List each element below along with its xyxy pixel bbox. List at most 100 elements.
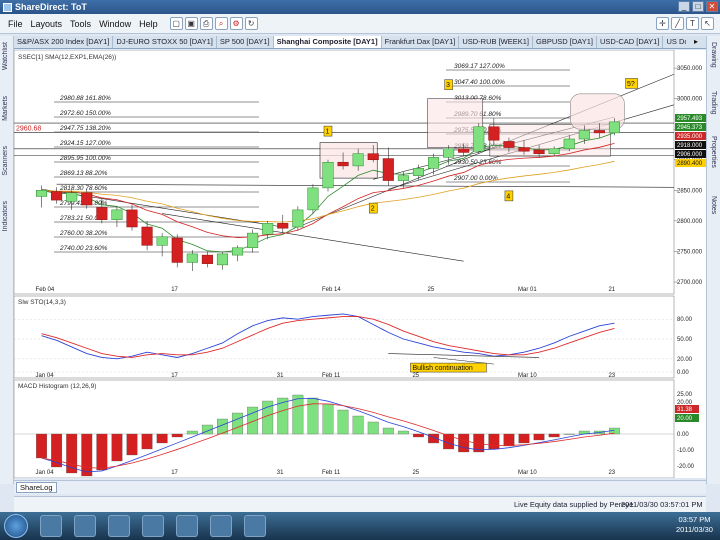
price-panel-label: SSEC[1] SMA(12,EXP1,EMA(26)) (18, 54, 116, 61)
taskbar: 03:57 PM 2011/03/30 (0, 512, 720, 540)
draw-line-icon[interactable]: ╱ (671, 17, 684, 30)
app-window: ShareDirect: ToT _ □ ✕ File Layouts Tool… (0, 0, 720, 540)
price-tag: 2890.400 (677, 161, 703, 167)
fib-label: 2947.75 138.20% (59, 125, 111, 132)
candle (81, 192, 93, 206)
macd-bar (548, 433, 560, 438)
macd-axis-label: 0.00 (677, 432, 689, 438)
paint-icon[interactable] (108, 515, 130, 537)
status-timestamp: 2011/03/30 03:57:01 PM (621, 500, 703, 509)
vtab-properties[interactable]: Properties (710, 136, 717, 168)
candle (141, 226, 153, 246)
macd-bar (367, 421, 379, 435)
windows-explorer-icon[interactable] (40, 515, 62, 537)
chart-area[interactable]: SSEC[1] SMA(12,EXP1,EMA(26)) 3050.000 300… (14, 50, 706, 478)
chart-tab-2[interactable]: SP 500 [DAY1] (217, 36, 274, 48)
candle (186, 253, 198, 263)
candle (232, 247, 244, 256)
fib-label-right: 3069.17 127.00% (454, 63, 505, 70)
skype-icon[interactable] (176, 515, 198, 537)
chart-tab-3[interactable]: Shanghai Composite [DAY1] (273, 36, 382, 48)
vtab-trading[interactable]: Trading (710, 91, 717, 114)
vtab-watchlist[interactable]: Watchlist (2, 42, 9, 70)
stoch-x-label: Mar 10 (518, 373, 537, 379)
close-button[interactable]: ✕ (706, 1, 718, 12)
maximize-button[interactable]: □ (692, 1, 704, 12)
macd-bar (503, 433, 515, 447)
crosshair-icon[interactable]: ✛ (656, 17, 669, 30)
minimize-button[interactable]: _ (678, 1, 690, 12)
candle (518, 147, 530, 152)
price-x-label: Feb 14 (322, 287, 341, 293)
zoom-icon[interactable]: ⌕ (214, 17, 228, 30)
stoch-axis-label: 0.00 (677, 370, 689, 376)
macd-panel-label: MACD Histogram (12,26,9) (18, 383, 96, 390)
macd-bar (307, 397, 319, 435)
candle (262, 223, 274, 235)
price-x-label: Feb 04 (36, 287, 55, 293)
candle (322, 161, 334, 189)
start-button[interactable] (4, 514, 28, 538)
menu-layouts[interactable]: Layouts (27, 19, 67, 29)
callout-label: 3 (446, 82, 450, 89)
macd-bar (292, 394, 304, 435)
text-icon[interactable]: T (686, 17, 699, 30)
chart-tab-8[interactable]: US Dollar Euro [WEEK1] (663, 36, 686, 48)
new-window-icon[interactable]: ▢ (169, 17, 183, 30)
vtab-drawing[interactable]: Drawing (710, 42, 717, 68)
macd-x-label: Feb 11 (322, 470, 341, 476)
print-icon[interactable]: ⎙ (199, 17, 213, 30)
chart-tab-4[interactable]: Frankfurt Dax [DAY1] (382, 36, 460, 48)
media-player-icon[interactable] (74, 515, 96, 537)
chart-tab-0[interactable]: S&P/ASX 200 Index [DAY1] (14, 36, 114, 48)
price-tag: 2935.000 (677, 134, 703, 140)
candle (533, 149, 545, 154)
price-axis-label: 2800.000 (677, 219, 703, 225)
tab-scroll-button[interactable]: ▸ (686, 36, 706, 49)
callout-label: 5? (627, 81, 635, 88)
title-bar: ShareDirect: ToT _ □ ✕ (0, 0, 720, 14)
macd-bar (126, 433, 138, 456)
stoch-x-label: 25 (412, 373, 419, 379)
pointer-icon[interactable]: ↖ (701, 17, 714, 30)
macd-bar (51, 433, 63, 468)
charting-icon[interactable] (142, 515, 164, 537)
candle (473, 126, 485, 152)
photo-icon[interactable] (210, 515, 232, 537)
candle (277, 223, 289, 229)
vtab-notes[interactable]: Notes (710, 196, 717, 214)
chart-tab-5[interactable]: USD-RUB [WEEK1] (459, 36, 534, 48)
menu-tools[interactable]: Tools (66, 19, 95, 29)
chart-tab-6[interactable]: GBPUSD [DAY1] (533, 36, 597, 48)
menu-window[interactable]: Window (95, 19, 135, 29)
candle (593, 130, 605, 134)
taskbar-clock[interactable]: 03:57 PM 2011/03/30 (676, 515, 713, 535)
chart-tab-1[interactable]: DJ-EURO STOXX 50 [DAY1] (113, 36, 217, 48)
menu-file[interactable]: File (4, 19, 27, 29)
callout-label: 1 (326, 129, 330, 136)
sharelog-tab[interactable]: ShareLog (16, 482, 57, 493)
candle (397, 175, 409, 181)
fib-label: 2924.15 127.00% (59, 140, 111, 147)
refresh-icon[interactable]: ↻ (244, 17, 258, 30)
menu-bar: File Layouts Tools Window Help ▢ ▣ ⎙ ⌕ ⚙… (0, 14, 720, 34)
stoch-x-label: 17 (171, 373, 178, 379)
macd-bar (382, 427, 394, 435)
chart-tab-7[interactable]: USD-CAD [DAY1] (597, 36, 664, 48)
macd-bar (111, 433, 123, 462)
sharedirect-icon[interactable] (244, 515, 266, 537)
vtab-markets[interactable]: Markets (2, 96, 9, 121)
settings-icon[interactable]: ⚙ (229, 17, 243, 30)
fib-label: 2895.95 100.00% (59, 155, 111, 162)
vtab-indicators[interactable]: Indicators (2, 201, 9, 231)
fib-label-right: 2930.50 23.60% (453, 159, 502, 166)
price-axis-label: 2850.000 (677, 188, 703, 194)
macd-tag: 31.38 (677, 407, 693, 413)
menu-help[interactable]: Help (135, 19, 162, 29)
macd-bar (397, 430, 409, 435)
macd-bar (66, 433, 78, 474)
vtab-scanners[interactable]: Scanners (2, 146, 9, 176)
save-icon[interactable]: ▣ (184, 17, 198, 30)
stoch-panel-label: Slw STO(14,3,3) (18, 299, 66, 306)
fib-label: 2740.00 23.60% (59, 245, 108, 252)
